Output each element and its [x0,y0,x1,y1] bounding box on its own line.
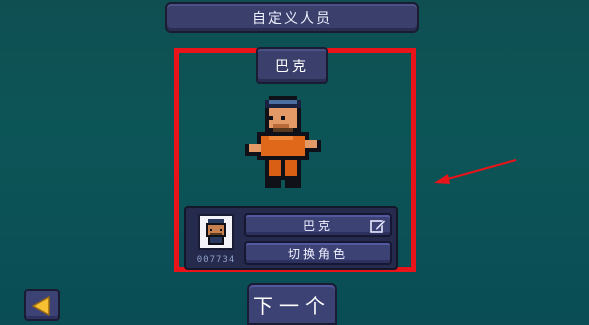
character-name-tag: 巴克 [256,47,328,84]
next-button[interactable]: 下一个 [247,283,337,325]
character-id: 007734 [196,255,236,265]
character-name-button[interactable]: 巴克 [244,213,392,237]
character-portrait-icon [206,219,226,245]
annotation-arrow-icon [434,159,517,184]
character-sprite [245,96,321,188]
pencil-edit-icon[interactable] [370,218,386,234]
back-button[interactable] [24,289,60,321]
switch-character-button[interactable]: 切换角色 [244,241,392,265]
page-title: 自定义人员 [165,2,419,33]
character-name-button-label: 巴克 [302,218,333,233]
character-card: 007734 巴克 切换角色 [184,206,398,270]
avatar [198,214,234,250]
back-arrow-icon [32,296,50,316]
